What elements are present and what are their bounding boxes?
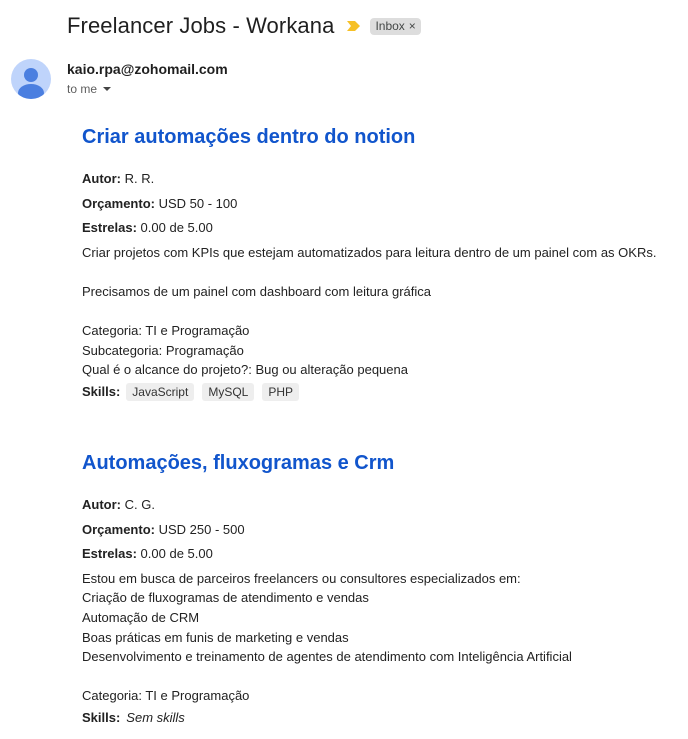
job-author: Autor: C. G. — [82, 495, 572, 515]
stars-value: 0.00 de 5.00 — [140, 546, 213, 562]
job-skills: Skills: Sem skills — [82, 707, 572, 729]
stars-label: Estrelas: — [82, 546, 137, 562]
job-budget: Orçamento: USD 50 - 100 — [82, 194, 656, 214]
job-card: Automações, fluxogramas e Crm Autor: C. … — [82, 450, 572, 729]
description-line: Criação de fluxogramas de atendimento e … — [82, 590, 369, 606]
description-line: Automação de CRM — [82, 609, 200, 625]
budget-value: USD 50 - 100 — [158, 195, 238, 211]
job-stars: Estrelas: 0.00 de 5.00 — [82, 544, 572, 564]
skill-tag: MySQL — [202, 382, 255, 401]
job-description: Estou em busca de parceiros freelancers … — [82, 569, 572, 706]
description-line: Categoria: TI e Programação — [82, 688, 250, 704]
author-value: R. R. — [124, 171, 155, 186]
description-line — [82, 262, 656, 282]
description-line — [82, 667, 572, 687]
inbox-label-text: Inbox — [375, 19, 405, 33]
sender-avatar[interactable] — [11, 59, 51, 99]
job-author: Autor: R. R. — [82, 169, 656, 189]
inbox-label-chip: Inbox × — [370, 17, 421, 35]
recipient-text: to me — [67, 82, 98, 96]
description-line: Subcategoria: Programação — [82, 342, 244, 358]
job-title-link[interactable]: Automações, fluxogramas e Crm — [82, 450, 572, 477]
person-icon — [18, 68, 44, 99]
budget-label: Orçamento: — [82, 521, 155, 537]
description-line: Desenvolvimento e treinamento de agentes… — [82, 649, 572, 665]
description-line: Categoria: TI e Programação — [82, 323, 250, 339]
description-line: Qual é o alcance do projeto?: Bug ou alt… — [82, 362, 408, 378]
job-description: Criar projetos com KPIs que estejam auto… — [82, 243, 656, 380]
budget-label: Orçamento: — [82, 195, 155, 211]
description-line — [82, 302, 656, 322]
author-label: Autor: — [82, 497, 121, 512]
job-budget: Orçamento: USD 250 - 500 — [82, 520, 572, 540]
description-line: Criar projetos com KPIs que estejam auto… — [82, 244, 657, 260]
author-label: Autor: — [82, 171, 121, 186]
author-value: C. G. — [124, 497, 155, 512]
skills-label: Skills: — [82, 710, 121, 726]
description-line: Boas práticas em funis de marketing e ve… — [82, 629, 349, 645]
skill-tag: PHP — [262, 382, 300, 401]
skills-label: Skills: — [82, 384, 121, 400]
skill-tag: JavaScript — [126, 382, 195, 401]
budget-value: USD 250 - 500 — [158, 521, 245, 537]
no-skills-text: Sem skills — [126, 710, 185, 726]
sender-address: kaio.rpa@zohomail.com — [67, 61, 228, 77]
stars-label: Estrelas: — [82, 220, 137, 236]
job-title-link[interactable]: Criar automações dentro do notion — [82, 124, 656, 151]
stars-value: 0.00 de 5.00 — [140, 220, 213, 236]
remove-label-icon[interactable]: × — [409, 19, 416, 33]
description-line: Precisamos de um painel com dashboard co… — [82, 283, 432, 299]
job-stars: Estrelas: 0.00 de 5.00 — [82, 218, 656, 238]
email-subject: Freelancer Jobs - Workana — [67, 13, 335, 38]
chevron-down-icon — [103, 87, 112, 91]
job-skills: Skills: JavaScript MySQL PHP — [82, 381, 656, 403]
importance-marker-icon[interactable] — [347, 21, 361, 31]
recipient-dropdown[interactable]: to me — [67, 82, 112, 96]
description-line: Estou em busca de parceiros freelancers … — [82, 570, 521, 586]
job-card: Criar automações dentro do notion Autor:… — [82, 124, 656, 403]
email-header: Freelancer Jobs - Workana Inbox × — [67, 11, 421, 41]
